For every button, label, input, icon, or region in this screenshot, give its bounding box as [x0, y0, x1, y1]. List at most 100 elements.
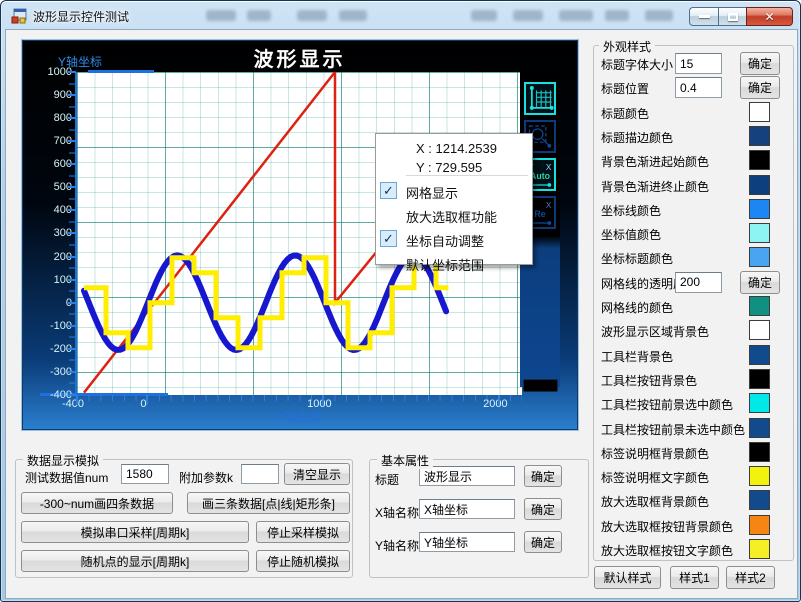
- color-swatch[interactable]: [749, 490, 770, 510]
- title-confirm-button[interactable]: 确定: [524, 465, 562, 487]
- y-major-tick: [68, 256, 76, 258]
- appearance-row-label: 背景色渐进终止颜色: [601, 178, 709, 195]
- title-bar[interactable]: 波形显示控件测试 ✕: [1, 1, 800, 29]
- glass-reflection: [471, 10, 497, 21]
- x-major-tick: [498, 395, 500, 405]
- style-preset-button-0[interactable]: 默认样式: [594, 566, 661, 589]
- color-swatch[interactable]: [749, 393, 770, 413]
- appearance-row-label: 放大选取框背景颜色: [601, 493, 709, 510]
- style-preset-button-2[interactable]: 样式2: [726, 566, 775, 589]
- color-swatch[interactable]: [749, 247, 770, 267]
- minimize-button[interactable]: [689, 7, 718, 26]
- title-label: 标题: [375, 471, 399, 488]
- color-swatch[interactable]: [749, 466, 770, 486]
- style-preset-button-1[interactable]: 样式1: [670, 566, 719, 589]
- draw-three-button[interactable]: 画三条数据[点|线|矩形条]: [187, 492, 350, 514]
- appearance-row-label: 坐标值颜色: [601, 226, 661, 243]
- color-swatch[interactable]: [749, 515, 770, 535]
- y-tick-label: 800: [22, 112, 72, 124]
- k-input[interactable]: [241, 464, 279, 484]
- y-tick-label: 500: [22, 181, 72, 193]
- y-tick-label: 0: [22, 297, 72, 309]
- appearance-value-input[interactable]: [675, 272, 722, 293]
- y-name-input[interactable]: [419, 532, 515, 552]
- menu-separator: [406, 175, 528, 176]
- color-swatch[interactable]: [749, 223, 770, 243]
- color-swatch[interactable]: [749, 418, 770, 438]
- y-tick-label: 700: [22, 135, 72, 147]
- y-major-tick: [68, 117, 76, 119]
- color-swatch[interactable]: [749, 126, 770, 146]
- k-label: 附加参数k: [179, 469, 233, 486]
- menu-item-label: 放大选取框功能: [406, 207, 497, 226]
- cursor-coordinate-readout: Y : 729.595: [416, 160, 482, 175]
- draw-four-button[interactable]: -300~num画四条数据: [21, 492, 173, 514]
- menu-item-2[interactable]: 放大选取框功能: [376, 203, 532, 227]
- x-axis-title: X轴坐标: [77, 408, 522, 425]
- menu-item-4[interactable]: 默认坐标范围: [376, 251, 532, 275]
- x-name-input[interactable]: [419, 499, 515, 519]
- appearance-row-label: 坐标标题颜色: [601, 250, 673, 267]
- appearance-value-input[interactable]: [675, 77, 722, 98]
- color-swatch[interactable]: [749, 175, 770, 195]
- y-tick-label: 600: [22, 158, 72, 170]
- stop-random-button[interactable]: 停止随机模拟: [256, 550, 350, 572]
- appearance-row-label: 网格线的颜色: [601, 299, 673, 316]
- appearance-row-label: 工具栏按钮背景色: [601, 372, 697, 389]
- close-button[interactable]: ✕: [746, 7, 793, 26]
- confirm-button[interactable]: 确定: [740, 76, 780, 99]
- y-major-tick: [68, 371, 76, 373]
- glass-reflection: [247, 10, 271, 21]
- grid-icon: [526, 84, 554, 113]
- y-tick-label: -300: [22, 366, 72, 378]
- color-swatch[interactable]: [749, 369, 770, 389]
- grid-toggle-button[interactable]: [524, 82, 556, 115]
- color-swatch[interactable]: [749, 199, 770, 219]
- maximize-icon: [728, 13, 738, 21]
- x-tick-label: -400: [48, 398, 98, 410]
- appearance-row-label: 工具栏按钮前景选中颜色: [601, 396, 733, 413]
- y-major-tick: [68, 94, 76, 96]
- num-input[interactable]: [121, 464, 169, 484]
- basic-props-group-label: 基本属性: [377, 452, 433, 469]
- x-tick-label: 0: [118, 398, 168, 410]
- y-major-tick: [68, 163, 76, 165]
- y-major-tick: [68, 209, 76, 211]
- glass-reflection: [605, 10, 629, 21]
- title-input[interactable]: [419, 466, 515, 486]
- random-points-button[interactable]: 随机点的显示[周期k]: [21, 550, 249, 572]
- appearance-row-label: 标签说明框背景颜色: [601, 445, 709, 462]
- glass-reflection: [645, 10, 673, 21]
- confirm-button[interactable]: 确定: [740, 271, 780, 294]
- stop-sample-button[interactable]: 停止采样模拟: [256, 521, 350, 543]
- appearance-row-label: 坐标线颜色: [601, 202, 661, 219]
- appearance-value-input[interactable]: [675, 53, 722, 74]
- x-name-label: X轴名称: [375, 504, 419, 521]
- sim-serial-button[interactable]: 模拟串口采样[周期k]: [21, 521, 249, 543]
- clear-display-button[interactable]: 清空显示: [284, 463, 350, 485]
- x-tick-label: 1000: [294, 398, 344, 410]
- color-swatch[interactable]: [749, 442, 770, 462]
- cursor-coordinate-readout: X : 1214.2539: [416, 141, 497, 156]
- color-swatch[interactable]: [749, 102, 770, 122]
- y-major-tick: [68, 186, 76, 188]
- legend-box: [523, 379, 558, 392]
- color-swatch[interactable]: [749, 320, 770, 340]
- color-swatch[interactable]: [749, 150, 770, 170]
- color-swatch[interactable]: [749, 345, 770, 365]
- y-major-tick: [68, 232, 76, 234]
- appearance-row-label: 工具栏按钮前景未选中颜色: [601, 421, 745, 438]
- menu-item-label: 默认坐标范围: [406, 255, 484, 274]
- window-title: 波形显示控件测试: [33, 8, 129, 25]
- x-name-confirm-button[interactable]: 确定: [524, 498, 562, 520]
- color-swatch[interactable]: [749, 539, 770, 559]
- menu-item-3[interactable]: ✓坐标自动调整: [376, 227, 532, 251]
- maximize-button[interactable]: [718, 7, 746, 26]
- confirm-button[interactable]: 确定: [740, 52, 780, 75]
- color-swatch[interactable]: [749, 296, 770, 316]
- y-name-confirm-button[interactable]: 确定: [524, 531, 562, 553]
- y-name-label: Y轴名称: [375, 537, 419, 554]
- menu-item-1[interactable]: ✓网格显示: [376, 179, 532, 203]
- minimize-icon: [699, 15, 710, 18]
- y-tick-label: 200: [22, 251, 72, 263]
